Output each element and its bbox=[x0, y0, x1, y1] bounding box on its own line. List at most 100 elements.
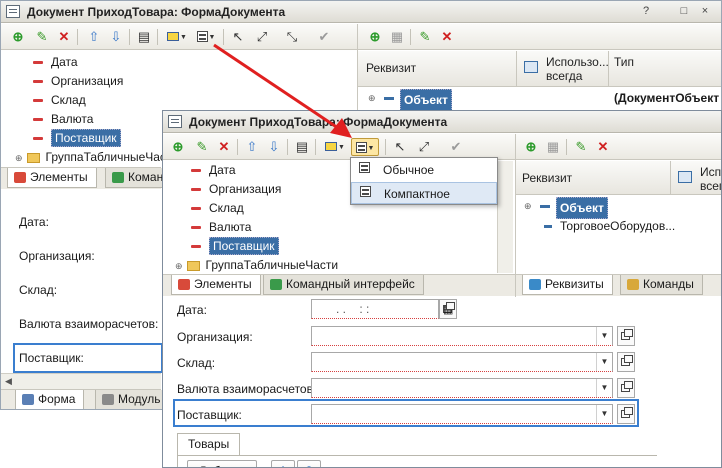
layout-icon bbox=[196, 31, 208, 43]
field-icon bbox=[191, 169, 201, 173]
date-field[interactable]: . . : : bbox=[311, 299, 439, 319]
tree-item-org[interactable]: Организация bbox=[33, 72, 123, 90]
calendar-button[interactable]: ▦ bbox=[439, 299, 457, 319]
scroll-left-icon[interactable]: ◀ bbox=[5, 376, 12, 387]
form-icon bbox=[168, 115, 182, 128]
form-layout-dropdown[interactable]: ▼ bbox=[351, 138, 379, 156]
front-tree-scrollbar[interactable] bbox=[497, 161, 513, 273]
form-view-dropdown[interactable]: ▼ bbox=[163, 28, 191, 46]
properties-icon[interactable]: ▤ bbox=[135, 28, 153, 46]
move-up-button[interactable]: ⇧ bbox=[271, 460, 295, 467]
add-icon[interactable]: ⊕ bbox=[9, 28, 27, 46]
tab-attributes[interactable]: Реквизиты bbox=[522, 275, 613, 295]
edit-pencil-icon[interactable]: ✎ bbox=[193, 138, 211, 156]
delete-attribute-icon[interactable]: ✕ bbox=[594, 138, 612, 156]
resize-icon[interactable]: ⤢ bbox=[415, 138, 433, 156]
move-up-icon[interactable]: ⇧ bbox=[243, 138, 261, 156]
back-window-titlebar[interactable]: Документ ПриходТовара: ФормаДокумента ? … bbox=[1, 1, 721, 23]
tab-module[interactable]: Модуль bbox=[95, 390, 170, 409]
calendar-icon: ▦ bbox=[443, 304, 454, 316]
organization-open-button[interactable] bbox=[617, 326, 635, 346]
form-layout-dropdown[interactable]: ▼ bbox=[193, 28, 219, 46]
back-attributes-toolbar: ⊕ ▦ ✎ ✕ bbox=[358, 24, 721, 50]
expand-icon[interactable]: ⊕ bbox=[368, 89, 376, 107]
add-table-icon[interactable]: ▦ bbox=[388, 28, 406, 46]
back-attributes-header: Реквизит Использо... всегда Тип bbox=[358, 51, 721, 87]
warehouse-field[interactable]: ▼ bbox=[311, 352, 613, 372]
front-window-titlebar[interactable]: Документ ПриходТовара: ФормаДокумента bbox=[163, 111, 721, 133]
chevron-down-icon[interactable]: ▼ bbox=[596, 405, 612, 423]
close-icon[interactable]: × bbox=[698, 4, 712, 18]
menu-item-compact[interactable]: Компактное bbox=[351, 182, 497, 204]
tree-group-tables[interactable]: ⊕ ГруппаТабличныеЧасти bbox=[175, 256, 338, 274]
pointer-icon[interactable]: ↖ bbox=[391, 138, 409, 156]
move-up-icon[interactable]: ⇧ bbox=[85, 28, 103, 46]
folder-icon bbox=[186, 260, 200, 271]
elements-icon bbox=[14, 172, 26, 183]
move-down-button[interactable]: ⇩ bbox=[297, 460, 321, 467]
properties-icon[interactable]: ▤ bbox=[293, 138, 311, 156]
tab-elements[interactable]: Элементы bbox=[171, 275, 261, 295]
tree-item-date[interactable]: Дата bbox=[33, 53, 78, 71]
tab-elements[interactable]: Элементы bbox=[7, 168, 97, 188]
warehouse-open-button[interactable] bbox=[617, 352, 635, 372]
supplier-field[interactable]: ▼ bbox=[311, 404, 613, 424]
chevron-down-icon[interactable]: ▼ bbox=[596, 353, 612, 371]
tree-item-date[interactable]: Дата bbox=[191, 161, 236, 179]
form-view-dropdown[interactable]: ▼ bbox=[321, 138, 349, 156]
tree-group-tables[interactable]: ⊕ ГруппаТабличныеЧасти bbox=[15, 148, 178, 166]
expand-icon[interactable]: ⊕ bbox=[524, 197, 532, 215]
currency-open-button[interactable] bbox=[617, 378, 635, 398]
tab-form[interactable]: Форма bbox=[15, 390, 85, 409]
layout-icon bbox=[359, 162, 370, 173]
organization-field[interactable]: ▼ bbox=[311, 326, 613, 346]
front-attributes-row-object[interactable]: ⊕ Объект bbox=[516, 197, 721, 219]
add-attribute-icon[interactable]: ⊕ bbox=[522, 138, 540, 156]
add-icon[interactable]: ⊕ bbox=[169, 138, 187, 156]
tree-item-supplier[interactable]: Поставщик bbox=[33, 129, 121, 147]
currency-field[interactable]: ▼ bbox=[311, 378, 613, 398]
commands-icon bbox=[112, 172, 124, 183]
delete-icon[interactable]: ✕ bbox=[215, 138, 233, 156]
object-icon bbox=[540, 205, 550, 208]
tab-commands[interactable]: Команды bbox=[620, 275, 703, 295]
maximize-icon[interactable]: □ bbox=[677, 4, 691, 18]
tree-item-org[interactable]: Организация bbox=[191, 180, 281, 198]
add-attribute-icon[interactable]: ⊕ bbox=[366, 28, 384, 46]
tree-item-supplier[interactable]: Поставщик bbox=[191, 237, 279, 255]
expand-icon[interactable]: ⤡ bbox=[283, 28, 301, 46]
move-down-icon[interactable]: ⇩ bbox=[265, 138, 283, 156]
resize-icon[interactable]: ⤢ bbox=[253, 28, 271, 46]
menu-item-normal[interactable]: Обычное bbox=[351, 159, 497, 181]
move-down-icon[interactable]: ⇩ bbox=[107, 28, 125, 46]
edit-attribute-icon[interactable]: ✎ bbox=[572, 138, 590, 156]
edit-attribute-icon[interactable]: ✎ bbox=[416, 28, 434, 46]
edit-pencil-icon[interactable]: ✎ bbox=[33, 28, 51, 46]
add-table-icon[interactable]: ▦ bbox=[544, 138, 562, 156]
pointer-icon[interactable]: ↖ bbox=[229, 28, 247, 46]
field-icon bbox=[33, 61, 43, 65]
back-form-preview: Дата: Организация: Склад: Валюта взаимор… bbox=[1, 191, 163, 391]
check-icon[interactable]: ✔ bbox=[447, 138, 465, 156]
tree-item-currency[interactable]: Валюта bbox=[33, 110, 93, 128]
layout-icon bbox=[355, 142, 367, 154]
help-icon[interactable]: ? bbox=[639, 4, 653, 18]
goods-tab[interactable]: Товары bbox=[177, 433, 241, 455]
back-attributes-row-object[interactable]: ⊕ Объект (ДокументОбъект bbox=[358, 89, 721, 111]
folder-icon bbox=[26, 152, 40, 163]
back-horizontal-scrollbar[interactable]: ◀ bbox=[1, 373, 161, 389]
chevron-down-icon[interactable]: ▼ bbox=[596, 327, 612, 345]
supplier-open-button[interactable] bbox=[617, 404, 635, 424]
add-row-button[interactable]: Добавит bbox=[187, 460, 257, 467]
tree-item-warehouse[interactable]: Склад bbox=[191, 199, 244, 217]
front-window-title: Документ ПриходТовара: ФормаДокумента bbox=[189, 115, 448, 129]
delete-attribute-icon[interactable]: ✕ bbox=[438, 28, 456, 46]
chevron-down-icon[interactable]: ▼ bbox=[596, 379, 612, 397]
tree-item-currency[interactable]: Валюта bbox=[191, 218, 251, 236]
front-attributes-row-equipment[interactable]: ТорговоеОборудов... bbox=[516, 217, 721, 235]
tab-command-interface[interactable]: Командный интерфейс bbox=[263, 275, 424, 295]
check-icon[interactable]: ✔ bbox=[315, 28, 333, 46]
delete-icon[interactable]: ✕ bbox=[55, 28, 73, 46]
front-attributes-toolbar: ⊕ ▦ ✎ ✕ bbox=[516, 134, 721, 160]
tree-item-warehouse[interactable]: Склад bbox=[33, 91, 86, 109]
